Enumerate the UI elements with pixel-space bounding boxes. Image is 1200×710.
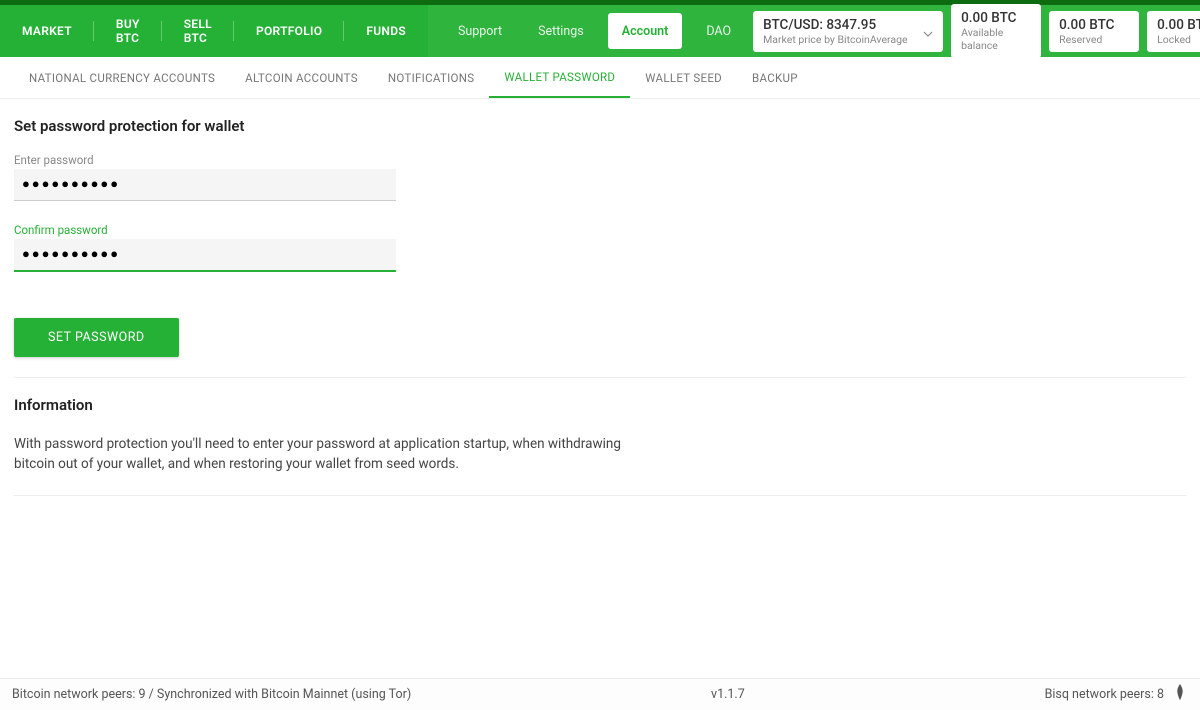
market-price-source: Market price by BitcoinAverage: [763, 33, 907, 46]
market-price-dropdown[interactable]: BTC/USD: 8347.95 Market price by Bitcoin…: [753, 11, 943, 52]
locked-balance-value: 0.00 BTC: [1157, 17, 1200, 33]
enter-password-group: Enter password: [14, 153, 396, 201]
tab-wallet-password[interactable]: WALLET PASSWORD: [489, 57, 630, 98]
enter-password-input[interactable]: [14, 169, 396, 201]
tor-icon: [1172, 684, 1188, 706]
available-balance-value: 0.00 BTC: [961, 10, 1031, 26]
reserved-balance-box: 0.00 BTC Reserved: [1049, 11, 1139, 52]
nav-left-group: MARKET BUY BTC SELL BTC PORTFOLIO FUNDS: [0, 5, 428, 57]
chevron-down-icon: [911, 22, 933, 41]
tab-national-currency[interactable]: NATIONAL CURRENCY ACCOUNTS: [14, 57, 230, 98]
status-bar: Bitcoin network peers: 9 / Synchronized …: [0, 678, 1200, 710]
tab-backup[interactable]: BACKUP: [737, 57, 813, 98]
information-title: Information: [14, 396, 1186, 414]
status-right-group: Bisq network peers: 8: [1045, 684, 1188, 706]
status-version: v1.1.7: [411, 687, 1044, 702]
status-bisq-peers: Bisq network peers: 8: [1045, 687, 1164, 702]
tab-wallet-seed[interactable]: WALLET SEED: [630, 57, 737, 98]
nav-support[interactable]: Support: [440, 5, 520, 57]
locked-balance-label: Locked: [1157, 33, 1200, 46]
available-balance-box: 0.00 BTC Available balance: [951, 4, 1041, 58]
page-title: Set password protection for wallet: [14, 117, 1186, 135]
enter-password-label: Enter password: [14, 153, 396, 167]
account-sub-tabs: NATIONAL CURRENCY ACCOUNTS ALTCOIN ACCOU…: [0, 57, 1200, 99]
price-panel: BTC/USD: 8347.95 Market price by Bitcoin…: [749, 4, 1200, 58]
information-text: With password protection you'll need to …: [14, 434, 624, 475]
reserved-balance-label: Reserved: [1059, 33, 1129, 46]
nav-account[interactable]: Account: [608, 13, 683, 49]
section-divider-2: [14, 495, 1186, 496]
set-password-button[interactable]: SET PASSWORD: [14, 318, 179, 357]
main-navigation: MARKET BUY BTC SELL BTC PORTFOLIO FUNDS …: [0, 5, 1200, 57]
locked-balance-box: 0.00 BTC Locked: [1147, 11, 1200, 52]
reserved-balance-value: 0.00 BTC: [1059, 17, 1129, 33]
tab-notifications[interactable]: NOTIFICATIONS: [373, 57, 490, 98]
nav-sell-btc[interactable]: SELL BTC: [162, 5, 234, 57]
status-bitcoin-peers: Bitcoin network peers: 9 / Synchronized …: [12, 687, 411, 702]
content-area: Set password protection for wallet Enter…: [0, 99, 1200, 496]
nav-funds[interactable]: FUNDS: [344, 5, 428, 57]
market-price-value: BTC/USD: 8347.95: [763, 17, 907, 33]
confirm-password-label: Confirm password: [14, 223, 396, 237]
nav-portfolio[interactable]: PORTFOLIO: [234, 5, 344, 57]
nav-buy-btc[interactable]: BUY BTC: [94, 5, 162, 57]
section-divider: [14, 377, 1186, 378]
nav-right-group: Support Settings Account DAO BTC/USD: 83…: [428, 5, 1200, 57]
nav-settings[interactable]: Settings: [520, 5, 602, 57]
available-balance-label: Available balance: [961, 26, 1031, 52]
tab-altcoin-accounts[interactable]: ALTCOIN ACCOUNTS: [230, 57, 373, 98]
nav-market[interactable]: MARKET: [0, 5, 94, 57]
confirm-password-group: Confirm password: [14, 223, 396, 272]
confirm-password-input[interactable]: [14, 239, 396, 272]
nav-dao[interactable]: DAO: [688, 5, 749, 57]
